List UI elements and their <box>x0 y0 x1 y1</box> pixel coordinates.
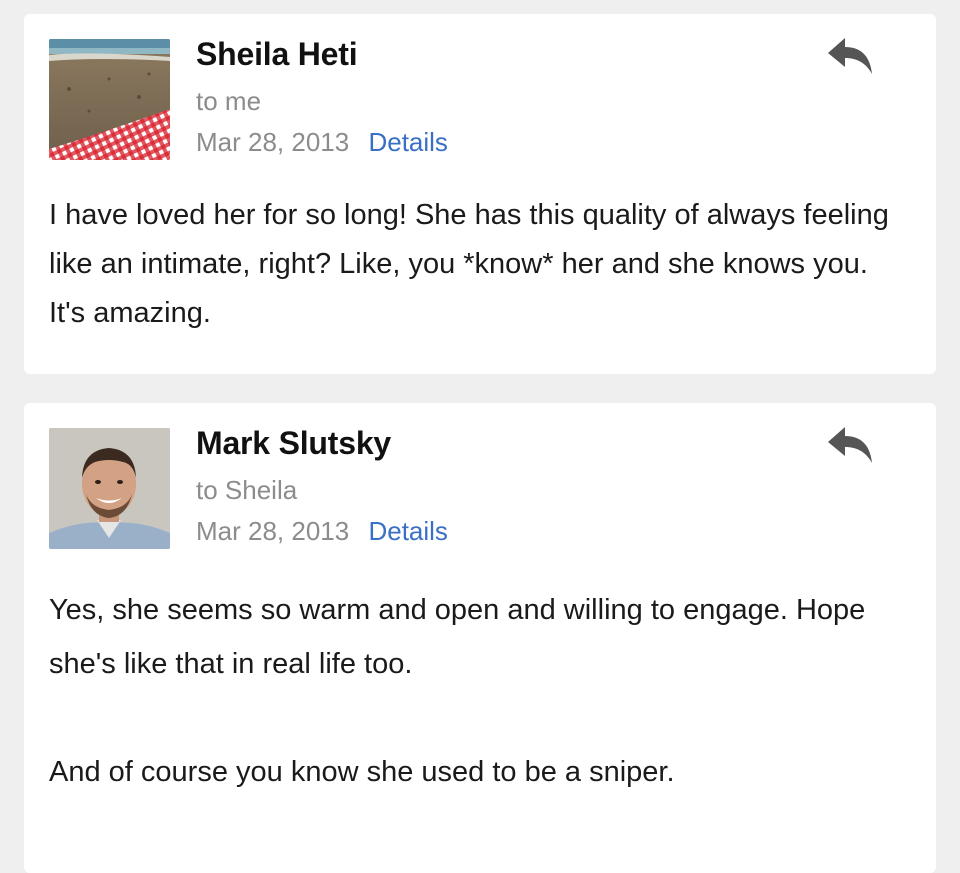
avatar <box>49 39 170 160</box>
recipient-line: to Sheila <box>196 475 298 505</box>
message-date: Mar 28, 2013 <box>196 127 350 157</box>
reply-icon[interactable] <box>826 36 874 78</box>
message-date: Mar 28, 2013 <box>196 516 350 546</box>
email-message-card: Mark Slutsky to Sheila Mar 28, 2013 Deta… <box>24 403 936 873</box>
message-meta: Mar 28, 2013 Details <box>196 127 448 158</box>
message-paragraph: And of course you know she used to be a … <box>49 756 675 788</box>
sender-name: Mark Slutsky <box>196 425 392 461</box>
recipient-line: to me <box>196 86 262 116</box>
reply-icon[interactable] <box>826 425 874 467</box>
message-paragraph: Yes, she seems so warm and open and will… <box>49 594 866 680</box>
avatar <box>49 428 170 549</box>
email-message-card: Sheila Heti to me Mar 28, 2013 Details I… <box>24 14 936 374</box>
sender-name: Sheila Heti <box>196 36 358 72</box>
details-link[interactable]: Details <box>368 127 447 157</box>
details-link[interactable]: Details <box>368 516 447 546</box>
message-paragraph: I have loved her for so long! She has th… <box>49 199 889 329</box>
message-body: I have loved her for so long! She has th… <box>49 191 896 338</box>
message-meta: Mar 28, 2013 Details <box>196 516 448 547</box>
message-body: Yes, she seems so warm and open and will… <box>49 583 896 799</box>
